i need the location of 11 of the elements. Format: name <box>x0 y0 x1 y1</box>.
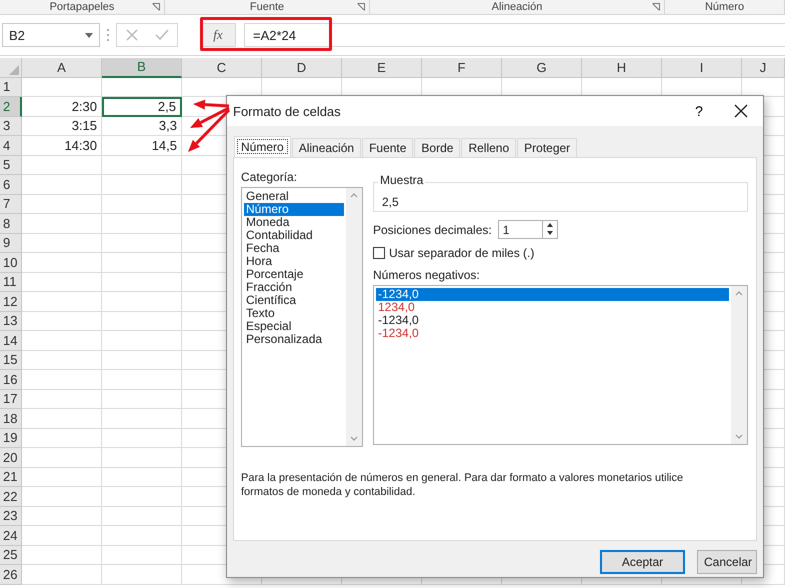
sample-value: 2,5 <box>382 195 399 209</box>
sample-label: Muestra <box>378 173 426 187</box>
description-text: Para la presentación de números en general. Para dar formato a valores monetarios utilice formatos de moneda y contabilidad. <box>241 471 684 500</box>
ribbon-group-label: Alineación <box>492 1 542 13</box>
negatives-label: Números negativos: <box>373 268 481 282</box>
decimals-label: Posiciones decimales: <box>373 222 492 236</box>
ribbon-group-label: Fuente <box>250 1 284 13</box>
ribbon-group-label: Portapapeles <box>50 1 114 13</box>
category-label: Categoría: <box>241 170 298 184</box>
dialog-title: Formato de celdas <box>233 104 342 118</box>
ribbon-group-label: Número <box>704 1 744 13</box>
